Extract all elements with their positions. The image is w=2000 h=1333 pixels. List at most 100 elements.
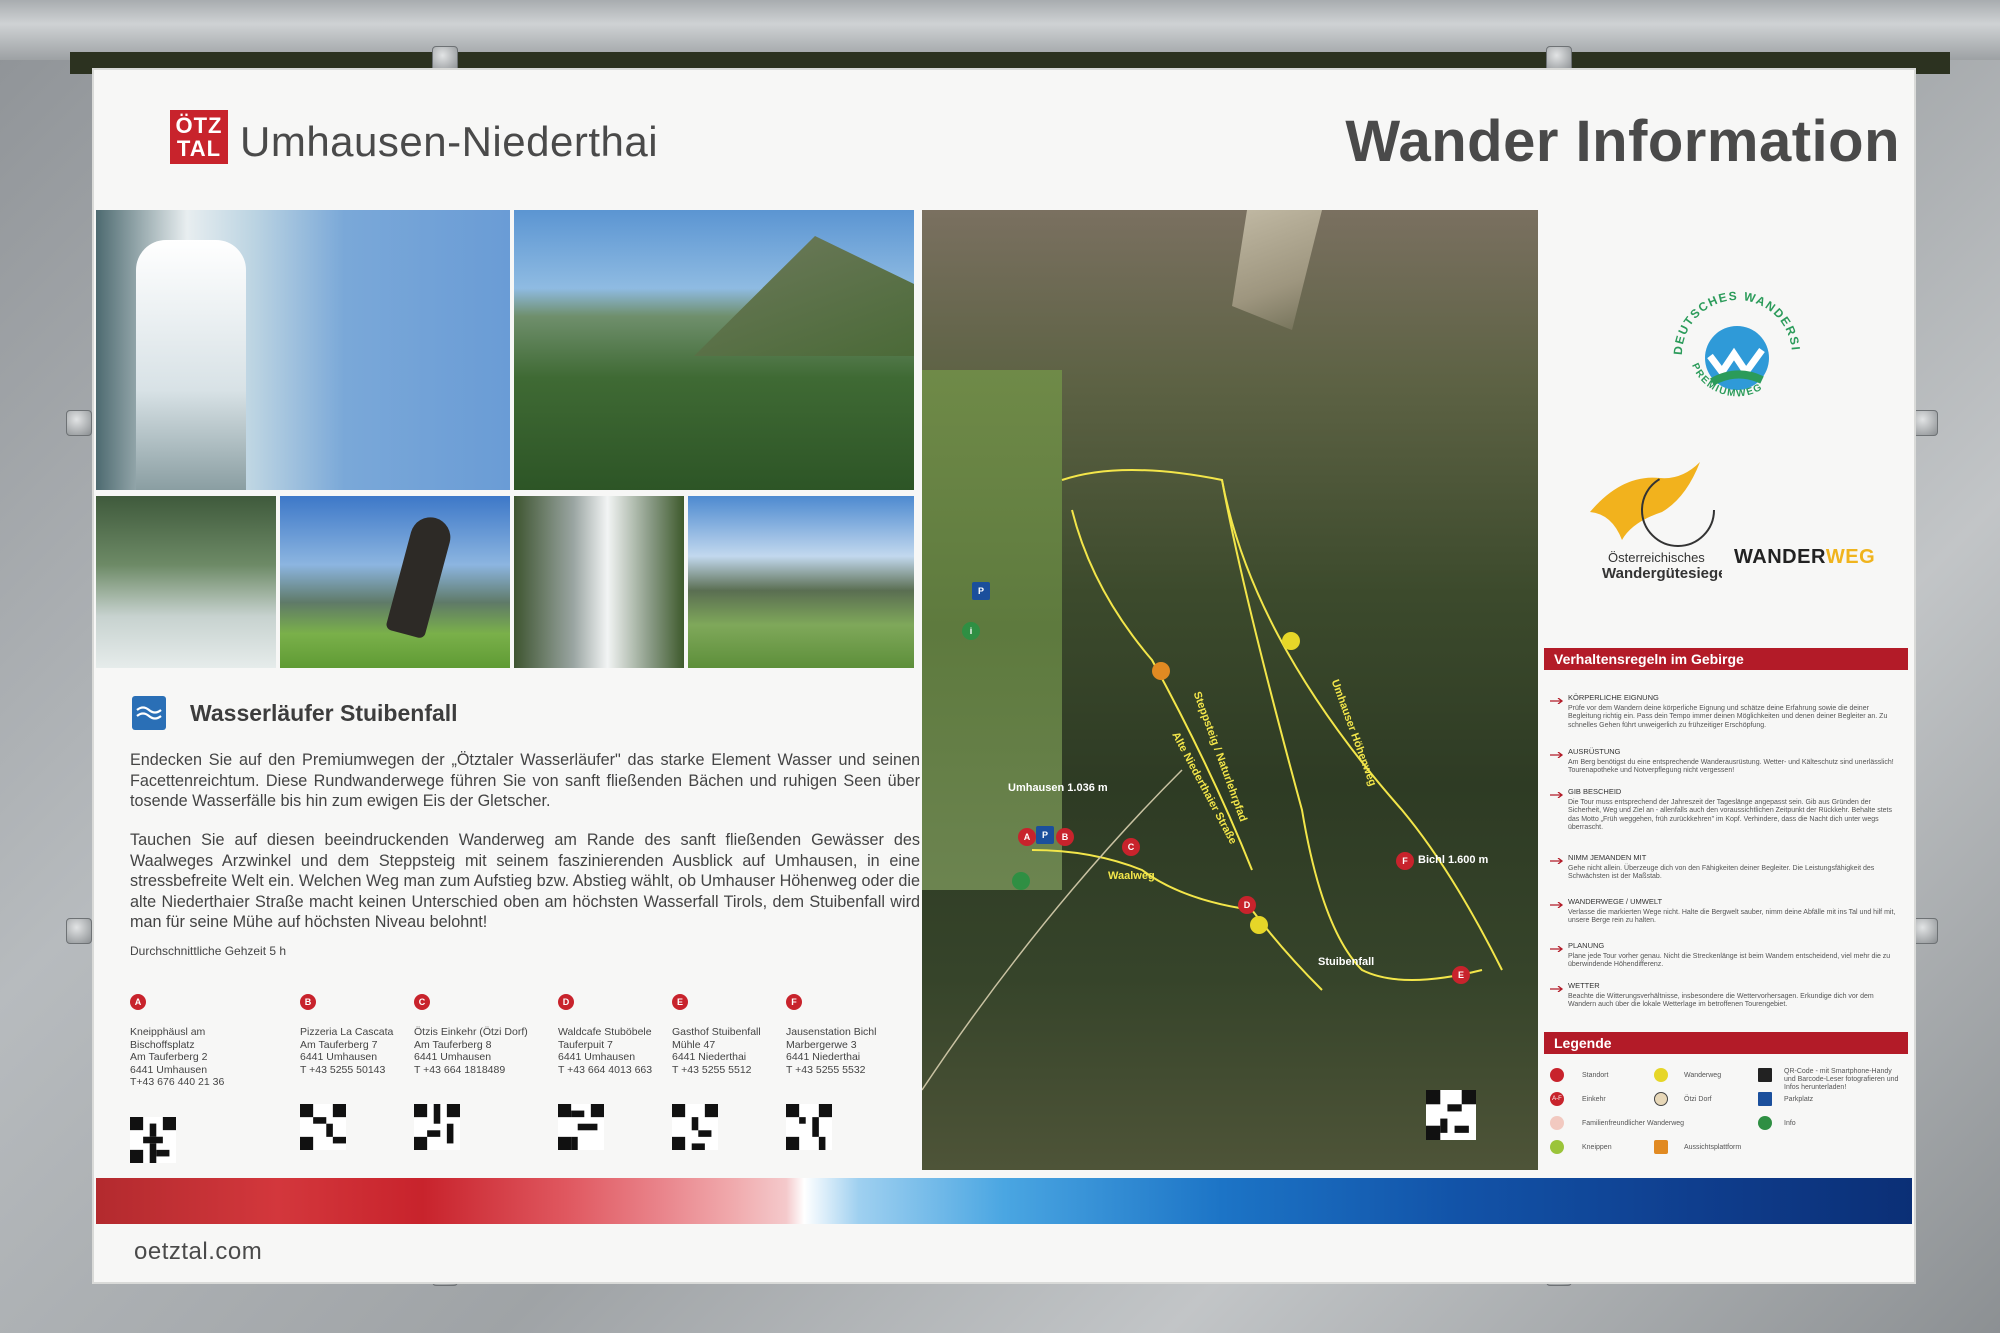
frame-top-bar — [0, 0, 2000, 60]
stop-marker: F — [786, 994, 802, 1010]
stop-marker: A — [130, 994, 146, 1010]
stop-marker: B — [300, 994, 316, 1010]
legend-info: Info — [1784, 1120, 1796, 1127]
website-link[interactable]: oetztal.com — [134, 1238, 262, 1266]
trail-map: P i A P B C D F E Umhausen 1.036 m Bichl… — [922, 210, 1538, 1170]
intro-paragraph: Endecken Sie auf den Premiumwegen der „Ö… — [130, 751, 920, 810]
stop-city: 6441 Umhausen — [414, 1051, 492, 1063]
place-name: Umhausen-Niederthai — [240, 118, 659, 165]
stop-marker: E — [672, 994, 688, 1010]
bolt — [66, 918, 92, 944]
stop-name: Ötzis Einkehr (Ötzi Dorf) — [414, 1026, 528, 1038]
legend-kneippen: Kneippen — [1582, 1144, 1612, 1151]
rule-heading: Nimm jemanden mit — [1568, 853, 1647, 862]
rule-heading: Wanderwege / Umwelt — [1568, 897, 1663, 906]
arrow-right-icon — [1550, 792, 1564, 798]
stop-marker: D — [558, 994, 574, 1010]
color-stripe — [96, 1178, 1912, 1224]
rule-heading: Gib Bescheid — [1568, 787, 1622, 796]
info-icon[interactable]: i — [962, 622, 980, 640]
photo-hiker-jumping — [280, 496, 510, 668]
rule-text: Plane jede Tour vorher genau. Nicht die … — [1568, 952, 1891, 969]
rule-item: Planung Plane jede Tour vorher genau. Nic… — [1568, 941, 1898, 970]
route-paragraph: Tauchen Sie auf diesen beeindruckenden W… — [130, 831, 920, 931]
hiker-icon[interactable] — [1250, 916, 1268, 934]
qr-code-icon[interactable] — [414, 1104, 460, 1150]
seal-text-oesterreich1: Österreichisches — [1608, 550, 1705, 565]
rule-item: Wetter Beachte die Witterungsverhältnisse… — [1568, 981, 1898, 1010]
stop-phone: T +43 664 1818489 — [414, 1063, 506, 1076]
map-label-stuibenfall: Stuibenfall — [1318, 956, 1375, 968]
rule-text: Gehe nicht allein. Überzeuge dich von de… — [1568, 864, 1875, 881]
wanderweg-logo: WANDERWEG — [1734, 546, 1875, 569]
parking-icon[interactable]: P — [1036, 826, 1054, 844]
walking-time: Durchschnittliche Gehzeit 5 h — [130, 944, 287, 958]
hiker-icon — [1654, 1068, 1668, 1082]
qr-code-icon[interactable] — [558, 1104, 604, 1150]
oetzi-icon — [1654, 1092, 1668, 1106]
hiker-icon[interactable] — [1282, 632, 1300, 650]
oetztal-logo: ÖTZ TAL — [170, 110, 228, 164]
legend-parkplatz: Parkplatz — [1784, 1096, 1814, 1103]
information-board: ÖTZ TAL Umhausen-Niederthai Wander Infor… — [94, 70, 1914, 1282]
rule-text: Prüfe vor dem Wandern deine körperliche … — [1568, 704, 1888, 729]
stop-c: C Ötzis Einkehr (Ötzi Dorf) Am Tauferber… — [414, 994, 554, 1154]
qr-code-icon[interactable] — [300, 1104, 346, 1150]
map-marker-c[interactable]: C — [1122, 838, 1140, 856]
stop-marker: C — [414, 994, 430, 1010]
map-marker-f[interactable]: F — [1396, 852, 1414, 870]
rule-heading: Körperliche Eignung — [1568, 693, 1659, 702]
photo-waterfall-gorge — [96, 496, 276, 668]
arrow-right-icon — [1550, 902, 1564, 908]
qr-code-icon[interactable] — [786, 1104, 832, 1150]
weg-text: WEG — [1825, 546, 1876, 568]
rule-item: Wanderwege / Umwelt Verlasse die markiert… — [1568, 897, 1898, 926]
legend-einkehr: Einkehr — [1582, 1096, 1606, 1103]
qr-code-icon[interactable] — [672, 1104, 718, 1150]
stop-street: Am Tauferberg 8 — [414, 1038, 492, 1051]
parking-icon — [1758, 1092, 1772, 1106]
seal-text-oesterreich2: Wandergütesiegel — [1602, 565, 1722, 582]
stop-name: Kneipphäusl am Bischoffsplatz — [130, 1026, 206, 1051]
map-marker-e[interactable]: E — [1452, 966, 1470, 984]
map-marker-d[interactable]: D — [1238, 896, 1256, 914]
legend-heading: Legende — [1544, 1032, 1908, 1054]
bolt — [1912, 918, 1938, 944]
logo-line-2: TAL — [176, 136, 222, 161]
legend-familie: Familienfreundlicher Wanderweg — [1582, 1120, 1685, 1127]
rule-item: Ausrüstung Am Berg benötigst du eine ents… — [1568, 747, 1898, 776]
stop-a: A Kneipphäusl am Bischoffsplatz Am Taufe… — [130, 994, 270, 1166]
qr-code-icon — [1758, 1068, 1772, 1082]
stop-phone: T +43 5255 5532 — [786, 1063, 866, 1076]
arrow-right-icon — [1550, 698, 1564, 704]
bolt — [1912, 410, 1938, 436]
photo-waterfall-spray — [96, 210, 510, 490]
deutsches-wandersiegel-icon: DEUTSCHES WANDERSIEGEL PREMIUMWEG — [1662, 280, 1801, 400]
arrow-right-icon — [1550, 986, 1564, 992]
rule-text: Am Berg benötigst du eine entsprechende … — [1568, 758, 1894, 775]
water-icon — [132, 696, 166, 730]
map-marker-b[interactable]: B — [1056, 828, 1074, 846]
viewpoint-icon — [1654, 1140, 1668, 1154]
legend-wanderweg: Wanderweg — [1684, 1072, 1722, 1079]
arrow-right-icon — [1550, 858, 1564, 864]
photo-village-panorama — [688, 496, 914, 668]
rule-text: Beachte die Witterungsverhältnisse, insb… — [1568, 992, 1874, 1009]
stop-phone: T+43 676 440 21 36 — [130, 1076, 225, 1088]
viewpoint-icon[interactable] — [1152, 662, 1170, 680]
rule-text: Verlasse die markierten Wege nicht. Halt… — [1568, 908, 1896, 925]
arrow-right-icon — [1550, 946, 1564, 952]
rule-item: Nimm jemanden mit Gehe nicht allein. Über… — [1568, 853, 1898, 882]
map-marker-a[interactable]: A — [1018, 828, 1036, 846]
stop-street: Am Tauferberg 2 — [130, 1051, 208, 1063]
oesterreichisches-wanderguetesiegel-icon: Österreichisches Wandergütesiegel — [1590, 462, 1722, 582]
rule-heading: Planung — [1568, 941, 1605, 950]
board-title: Wander Information — [1345, 109, 1900, 174]
legend-standort: Standort — [1582, 1072, 1609, 1079]
qr-code-icon[interactable] — [1426, 1090, 1476, 1140]
stop-f: F Jausenstation Bichl Marbergerwe 3 6441… — [786, 994, 926, 1154]
parking-icon[interactable]: P — [972, 582, 990, 600]
kneipp-icon[interactable] — [1012, 872, 1030, 890]
qr-code-icon[interactable] — [130, 1116, 176, 1163]
rule-text: Die Tour muss entsprechend der Jahreszei… — [1568, 798, 1892, 832]
